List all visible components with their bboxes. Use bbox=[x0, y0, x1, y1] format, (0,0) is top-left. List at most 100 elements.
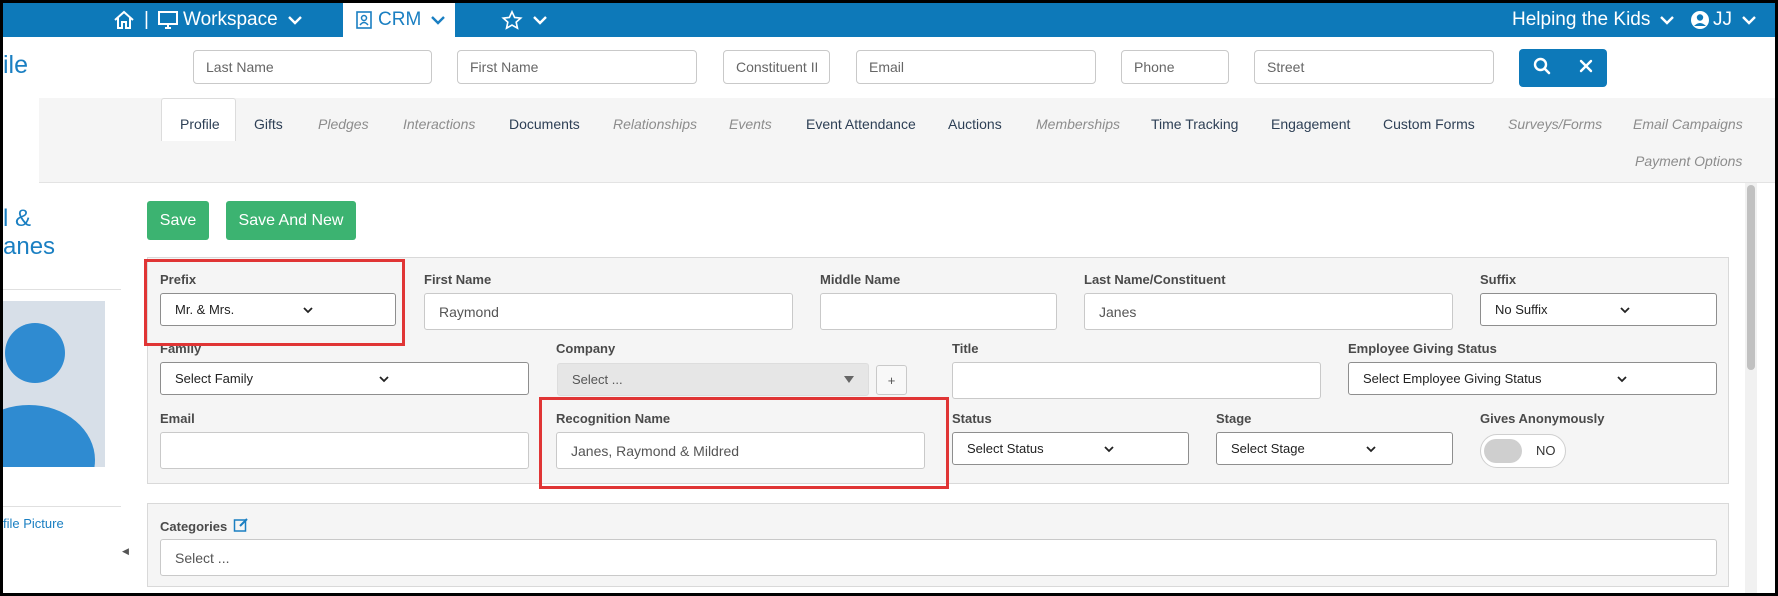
company-label: Company bbox=[556, 341, 616, 356]
family-value: Select Family bbox=[175, 371, 254, 386]
search-constituent-id-input[interactable] bbox=[723, 50, 830, 84]
edit-icon[interactable] bbox=[233, 517, 249, 536]
prefix-label: Prefix bbox=[160, 272, 197, 287]
tab-auctions[interactable]: Auctions bbox=[948, 116, 1002, 132]
gives-anonymously-label: Gives Anonymously bbox=[1480, 411, 1605, 426]
save-and-new-button[interactable]: Save And New bbox=[226, 201, 356, 240]
tab-documents[interactable]: Documents bbox=[509, 116, 580, 132]
prefix-select[interactable]: Mr. & Mrs. bbox=[160, 293, 396, 326]
family-label: Family bbox=[160, 341, 202, 356]
user-circle-icon bbox=[1690, 10, 1710, 30]
chevron-down-icon bbox=[1620, 302, 1630, 317]
tab-time-tracking[interactable]: Time Tracking bbox=[1151, 116, 1238, 132]
company-select[interactable]: Select ... bbox=[557, 363, 869, 396]
scrollbar-thumb[interactable] bbox=[1747, 185, 1755, 370]
monitor-icon bbox=[157, 10, 179, 30]
organization-name: Helping the Kids bbox=[1512, 9, 1651, 30]
stage-label: Stage bbox=[1216, 411, 1252, 426]
save-button[interactable]: Save bbox=[147, 201, 209, 240]
middle-name-field[interactable] bbox=[820, 293, 1057, 330]
search-last-name-input[interactable] bbox=[193, 50, 432, 84]
employee-giving-select[interactable]: Select Employee Giving Status bbox=[1348, 362, 1717, 395]
tab-surveys-forms: Surveys/Forms bbox=[1508, 116, 1603, 132]
sidebar-divider bbox=[3, 506, 121, 507]
search-icon[interactable] bbox=[1533, 57, 1551, 80]
categories-label: Categories bbox=[160, 519, 228, 534]
avatar-head-shape bbox=[5, 323, 65, 383]
categories-select[interactable]: Select ... bbox=[160, 539, 1717, 576]
status-select[interactable]: Select Status bbox=[952, 432, 1189, 465]
tab-memberships: Memberships bbox=[1036, 116, 1121, 132]
chevron-down-icon bbox=[1617, 371, 1627, 386]
search-email-input[interactable] bbox=[856, 50, 1096, 84]
first-name-field[interactable]: Raymond bbox=[424, 293, 793, 330]
user-menu[interactable]: JJ bbox=[1690, 3, 1756, 37]
tab-interactions: Interactions bbox=[403, 116, 476, 132]
first-name-label: First Name bbox=[424, 272, 492, 287]
search-street-input[interactable] bbox=[1254, 50, 1494, 84]
favorites-menu[interactable] bbox=[501, 3, 547, 37]
tab-events: Events bbox=[729, 116, 772, 132]
tab-engagement[interactable]: Engagement bbox=[1271, 116, 1350, 132]
toggle-state: NO bbox=[1536, 443, 1556, 458]
search-first-name-input[interactable] bbox=[457, 50, 697, 84]
tab-gifts[interactable]: Gifts bbox=[254, 116, 283, 132]
sidebar-divider bbox=[3, 289, 121, 290]
family-select[interactable]: Select Family bbox=[160, 362, 529, 395]
chevron-down-icon bbox=[533, 15, 547, 25]
tab-email-campaigns: Email Campaigns bbox=[1633, 116, 1743, 132]
search-actions bbox=[1519, 49, 1607, 87]
suffix-value: No Suffix bbox=[1495, 302, 1548, 317]
search-phone-input[interactable] bbox=[1121, 50, 1229, 84]
tab-relationships: Relationships bbox=[613, 116, 698, 132]
last-name-label: Last Name/Constituent bbox=[1084, 272, 1226, 287]
star-icon bbox=[501, 10, 523, 30]
prefix-value: Mr. & Mrs. bbox=[175, 302, 235, 317]
chevron-down-icon bbox=[378, 371, 389, 386]
title-field[interactable] bbox=[952, 362, 1321, 399]
clear-icon[interactable] bbox=[1579, 59, 1593, 78]
tab-event-attendance[interactable]: Event Attendance bbox=[806, 116, 916, 132]
recognition-name-field[interactable]: Janes, Raymond & Mildred bbox=[556, 432, 925, 469]
workspace-label: Workspace bbox=[183, 9, 278, 30]
collapse-sidebar-icon[interactable]: ◀ bbox=[122, 546, 129, 557]
constituent-name-line2: anes bbox=[3, 233, 56, 260]
constituent-name: l & anes bbox=[3, 205, 55, 261]
last-name-field[interactable]: Janes bbox=[1084, 293, 1453, 330]
title-label: Title bbox=[952, 341, 979, 356]
tab-custom-forms[interactable]: Custom Forms bbox=[1383, 116, 1475, 132]
crm-label: CRM bbox=[378, 9, 422, 30]
page-title: ile bbox=[3, 51, 29, 79]
nav-separator: | bbox=[144, 9, 149, 30]
home-icon[interactable] bbox=[113, 3, 135, 37]
tab-payment-options: Payment Options bbox=[1635, 153, 1743, 169]
email-field[interactable] bbox=[160, 432, 529, 469]
company-value: Select ... bbox=[572, 372, 623, 387]
crm-menu[interactable]: CRM bbox=[343, 3, 455, 37]
suffix-select[interactable]: No Suffix bbox=[1480, 293, 1717, 326]
chevron-down-icon bbox=[1660, 15, 1675, 25]
constituent-name-line1: l & bbox=[3, 205, 32, 232]
caret-down-icon bbox=[844, 372, 854, 387]
scrollbar[interactable] bbox=[1745, 183, 1757, 593]
add-company-button[interactable]: + bbox=[876, 365, 907, 395]
gives-anonymously-toggle[interactable]: NO bbox=[1480, 434, 1566, 468]
stage-select[interactable]: Select Stage bbox=[1216, 432, 1453, 465]
chevron-down-icon bbox=[302, 302, 313, 317]
organization-menu[interactable]: Helping the Kids bbox=[1512, 3, 1675, 37]
status-value: Select Status bbox=[967, 441, 1044, 456]
status-label: Status bbox=[952, 411, 992, 426]
profile-picture-link[interactable]: file Picture bbox=[3, 516, 64, 531]
tab-profile[interactable]: Profile bbox=[180, 116, 220, 132]
user-initials: JJ bbox=[1713, 9, 1732, 30]
email-label: Email bbox=[160, 411, 195, 426]
avatar-body-shape bbox=[3, 405, 95, 467]
workspace-menu[interactable]: Workspace bbox=[157, 3, 302, 37]
suffix-label: Suffix bbox=[1480, 272, 1517, 287]
chevron-down-icon bbox=[1742, 15, 1756, 25]
profile-tabs-bar bbox=[39, 98, 1775, 183]
top-navigation-bar: | Workspace CRM Helping the Kids JJ bbox=[3, 3, 1775, 37]
toggle-knob bbox=[1484, 439, 1522, 463]
tab-pledges: Pledges bbox=[318, 116, 369, 132]
middle-name-label: Middle Name bbox=[820, 272, 901, 287]
